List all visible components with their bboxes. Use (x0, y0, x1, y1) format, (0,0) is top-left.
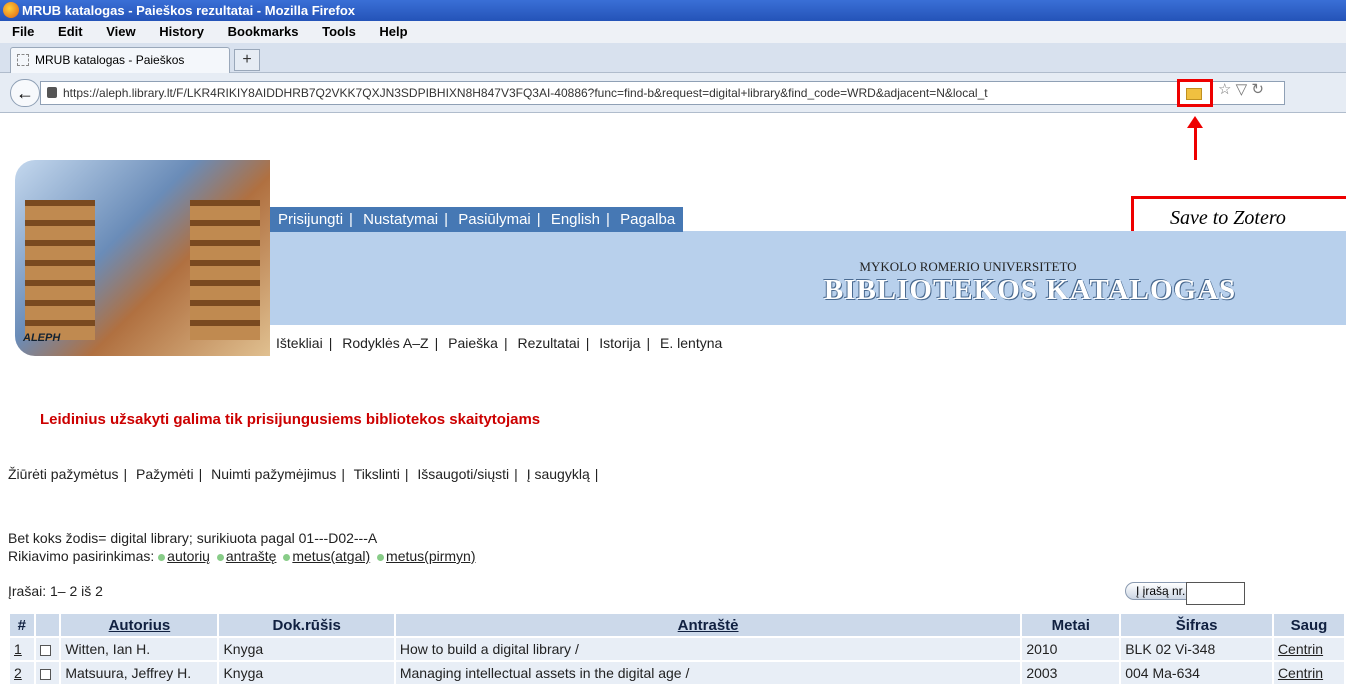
nav-login[interactable]: Prisijungti (278, 211, 343, 228)
records-count: Įrašai: 1– 2 iš 2 (8, 583, 103, 599)
location-link[interactable]: Centrin (1278, 641, 1323, 657)
menu-bookmarks[interactable]: Bookmarks (228, 24, 299, 39)
university-name: MYKOLO ROMERIO UNIVERSITETO (859, 259, 1077, 274)
author-cell: Witten, Ian H. (61, 638, 218, 660)
subnav-search[interactable]: Paieška (448, 335, 498, 351)
sort-title[interactable]: antraštę (226, 548, 277, 564)
back-button[interactable]: ← (10, 79, 40, 107)
year-cell: 2010 (1022, 638, 1120, 660)
menu-history[interactable]: History (159, 24, 204, 39)
location-link[interactable]: Centrin (1278, 665, 1323, 681)
results-table: # Autorius Dok.rūšis Antraštė Metai Šifr… (8, 612, 1346, 686)
sub-navigation: Ištekliai | Rodyklės A–Z | Paieška | Rezult… (276, 335, 723, 351)
col-code: Šifras (1121, 614, 1272, 636)
sort-author[interactable]: autorių (167, 548, 210, 564)
col-number: # (10, 614, 34, 636)
menu-edit[interactable]: Edit (58, 24, 83, 39)
browser-tab[interactable]: MRUB katalogas - Paieškos rezultatai (10, 47, 230, 91)
code-cell: BLK 02 Vi-348 (1121, 638, 1272, 660)
url-text: https://aleph.library.lt/F/LKR4RIKIY8AID… (63, 86, 988, 100)
table-row: 1 Witten, Ian H. Knyga How to build a di… (10, 638, 1344, 660)
col-year: Metai (1022, 614, 1120, 636)
nav-icons: ☆ ▽ ↻ (1218, 80, 1264, 98)
library-logo-image: ALEPH (15, 160, 270, 356)
sort-year-asc[interactable]: metus(pirmyn) (386, 548, 475, 564)
row-checkbox[interactable] (39, 644, 51, 656)
menu-help[interactable]: Help (379, 24, 407, 39)
menu-bar: File Edit View History Bookmarks Tools H… (0, 21, 1346, 43)
refine-link[interactable]: Tikslinti (354, 466, 400, 482)
lock-icon (47, 87, 57, 98)
reload-icon[interactable]: ↻ (1251, 81, 1264, 98)
firefox-icon (3, 2, 19, 18)
arrow-line (1194, 126, 1197, 160)
sort-year-desc[interactable]: metus(atgal) (292, 548, 370, 564)
doctype-cell: Knyga (219, 638, 394, 660)
menu-file[interactable]: File (12, 24, 34, 39)
window-title: MRUB katalogas - Paieškos rezultatai - M… (22, 3, 356, 18)
url-bar[interactable]: https://aleph.library.lt/F/LKR4RIKIY8AID… (40, 81, 1285, 105)
bullet-icon (158, 553, 166, 561)
tab-bar: MRUB katalogas - Paieškos rezultatai + (0, 43, 1346, 91)
menu-tools[interactable]: Tools (322, 24, 356, 39)
table-header-row: # Autorius Dok.rūšis Antraštė Metai Šifr… (10, 614, 1344, 636)
title-cell[interactable]: How to build a digital library / (395, 638, 1021, 660)
subnav-indexes[interactable]: Rodyklės A–Z (342, 335, 428, 351)
title-cell[interactable]: Managing intellectual assets in the digi… (395, 662, 1021, 684)
year-cell: 2003 (1022, 662, 1120, 684)
result-actions: Žiūrėti pažymėtus | Pažymėti | Nuimti pažy… (8, 466, 599, 482)
dropdown-icon[interactable]: ▽ (1236, 81, 1248, 98)
new-tab-button[interactable]: + (234, 49, 260, 71)
nav-suggestions[interactable]: Pasiūlymai (458, 211, 531, 228)
star-icon[interactable]: ☆ (1218, 81, 1231, 98)
row-checkbox[interactable] (39, 668, 51, 680)
aleph-logo: ALEPH (23, 332, 61, 344)
query-description: Bet koks žodis= digital library; surikiu… (8, 530, 378, 546)
window-titlebar: MRUB katalogas - Paieškos rezultatai - M… (0, 0, 1346, 21)
bullet-icon (377, 553, 385, 561)
record-number-link[interactable]: 1 (14, 641, 22, 657)
menu-view[interactable]: View (106, 24, 135, 39)
deselect-link[interactable]: Nuimti pažymėjimus (211, 466, 336, 482)
record-number-link[interactable]: 2 (14, 665, 22, 681)
doctype-cell: Knyga (219, 662, 394, 684)
col-title[interactable]: Antraštė (395, 614, 1021, 636)
catalog-title: BIBLIOTEKOS KATALOGAS (823, 274, 1237, 306)
subnav-resources[interactable]: Ištekliai (276, 335, 323, 351)
author-cell: Matsuura, Jeffrey H. (61, 662, 218, 684)
nav-english[interactable]: English (551, 211, 600, 228)
col-author[interactable]: Autorius (61, 614, 218, 636)
nav-settings[interactable]: Nustatymai (363, 211, 438, 228)
subnav-eshelf[interactable]: E. lentyna (660, 335, 722, 351)
col-location: Saug (1273, 614, 1344, 636)
nav-help[interactable]: Pagalba (620, 211, 675, 228)
folder-icon[interactable] (1186, 88, 1202, 100)
bullet-icon (216, 553, 224, 561)
view-selected-link[interactable]: Žiūrėti pažymėtus (8, 466, 118, 482)
navigation-bar: ← https://aleph.library.lt/F/LKR4RIKIY8A… (0, 73, 1346, 113)
subnav-history[interactable]: Istorija (599, 335, 640, 351)
page-icon (17, 54, 29, 66)
top-navigation: Prisijungti | Nustatymai | Pasiūlymai | Eng… (270, 207, 684, 232)
to-storage-link[interactable]: Į saugyklą (527, 466, 590, 482)
col-checkbox (35, 614, 60, 636)
table-row: 2 Matsuura, Jeffrey H. Knyga Managing in… (10, 662, 1344, 684)
record-number-input[interactable] (1186, 582, 1245, 605)
bullet-icon (283, 553, 291, 561)
save-send-link[interactable]: Išsaugoti/siųsti (417, 466, 509, 482)
zotero-save-highlight[interactable] (1177, 79, 1213, 107)
login-notice: Leidinius užsakyti galima tik prisijungu… (40, 411, 541, 428)
code-cell: 004 Ma-634 (1121, 662, 1272, 684)
select-link[interactable]: Pažymėti (136, 466, 194, 482)
subnav-results[interactable]: Rezultatai (517, 335, 579, 351)
sort-options: Rikiavimo pasirinkimas: autorių antraštę… (8, 548, 479, 564)
col-doctype: Dok.rūšis (219, 614, 394, 636)
sort-label: Rikiavimo pasirinkimas: (8, 548, 155, 564)
